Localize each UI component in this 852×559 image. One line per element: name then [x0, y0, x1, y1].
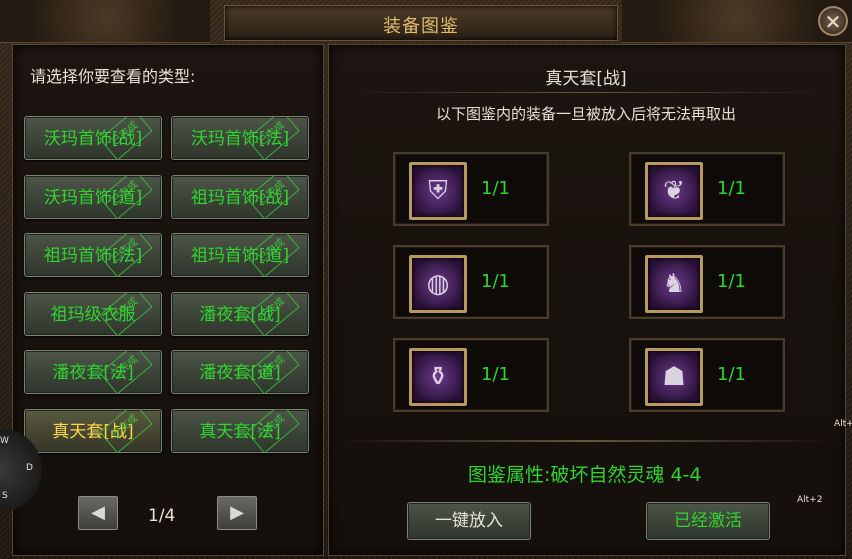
deposit-notice: 以下图鉴内的装备一旦被放入后将无法再取出 [435, 105, 736, 123]
attribute-divider [340, 440, 832, 442]
header-divider [340, 92, 832, 93]
type-prompt: 请选择你要查看的类型: [30, 67, 196, 86]
hint-alt2: Alt+2 [797, 495, 823, 505]
equipment-slot[interactable]: ☗ 1/1 [629, 338, 785, 412]
type-button[interactable]: 祖玛首饰[战] 已完成 [171, 175, 309, 219]
item-glyph: ⚱ [427, 362, 449, 392]
item-glyph: ⛨ [428, 176, 448, 206]
type-button[interactable]: 沃玛首饰[道] 已完成 [24, 175, 162, 219]
deposit-all-button[interactable]: 一键放入 [407, 502, 531, 540]
set-attribute: 图鉴属性:破坏自然灵魂 4-4 [468, 464, 702, 486]
activated-button[interactable]: 已经激活 [646, 502, 770, 540]
item-count: 1/1 [481, 271, 510, 292]
item-count: 1/1 [481, 178, 510, 199]
page-indicator: 1/4 [148, 506, 176, 526]
arrow-left-icon: ◀ [91, 502, 105, 523]
type-button[interactable]: 祖玛首饰[法] 已完成 [24, 233, 162, 277]
equipment-slot[interactable]: ❦ 1/1 [629, 152, 785, 226]
prev-page-button[interactable]: ◀ [78, 496, 118, 530]
equipment-slot[interactable]: ♞ 1/1 [629, 245, 785, 319]
type-button-label: 真天套[战] [52, 422, 134, 442]
type-button-label: 潘夜套[法] [52, 363, 134, 383]
item-glyph: ☗ [662, 362, 686, 392]
item-glyph: ♞ [662, 269, 686, 299]
type-button-label: 祖玛首饰[法] [43, 246, 143, 266]
item-count: 1/1 [717, 364, 746, 385]
ring-icon[interactable]: ◍ [409, 255, 467, 313]
armor-icon[interactable]: ⛨ [409, 162, 467, 220]
window-title: 装备图鉴 [383, 16, 459, 37]
type-button[interactable]: 真天套[法] 已完成 [171, 409, 309, 453]
type-button-label: 沃玛首饰[法] [190, 129, 290, 149]
type-button-label: 祖玛首饰[道] [190, 246, 290, 266]
type-button-label: 祖玛级衣服 [50, 305, 136, 325]
type-button-label: 真天套[法] [199, 422, 281, 442]
equipment-slot[interactable]: ⛨ 1/1 [393, 152, 549, 226]
hint-alt1: Alt+ [834, 419, 852, 429]
item-count: 1/1 [481, 364, 510, 385]
hint-s: S [2, 491, 8, 501]
type-button-label: 沃玛首饰[战] [43, 129, 143, 149]
set-name: 真天套[战] [545, 69, 627, 89]
type-button[interactable]: 真天套[战] 已完成 [24, 409, 162, 453]
type-button[interactable]: 祖玛首饰[道] 已完成 [171, 233, 309, 277]
close-button[interactable]: ✕ [818, 6, 848, 36]
equipment-slot[interactable]: ◍ 1/1 [393, 245, 549, 319]
corner-ornament-left [0, 0, 210, 43]
bracelet-icon[interactable]: ⚱ [409, 348, 467, 406]
type-button[interactable]: 沃玛首饰[战] 已完成 [24, 116, 162, 160]
type-button[interactable]: 潘夜套[法] 已完成 [24, 350, 162, 394]
type-button-label: 潘夜套[战] [199, 305, 281, 325]
arrow-right-icon: ▶ [230, 502, 244, 523]
figure-icon[interactable]: ♞ [645, 255, 703, 313]
gem-icon[interactable]: ❦ [645, 162, 703, 220]
item-count: 1/1 [717, 178, 746, 199]
equipment-slot[interactable]: ⚱ 1/1 [393, 338, 549, 412]
item-glyph: ❦ [663, 176, 685, 206]
item-glyph: ◍ [426, 269, 450, 299]
type-button-label: 祖玛首饰[战] [190, 188, 290, 208]
type-button-label: 潘夜套[道] [199, 363, 281, 383]
boots-icon[interactable]: ☗ [645, 348, 703, 406]
title-bar: 装备图鉴 [224, 5, 618, 41]
item-count: 1/1 [717, 271, 746, 292]
type-button-label: 沃玛首饰[道] [43, 188, 143, 208]
type-button[interactable]: 祖玛级衣服 已完成 [24, 292, 162, 336]
hint-d: D [26, 463, 33, 473]
type-button[interactable]: 潘夜套[战] 已完成 [171, 292, 309, 336]
type-button[interactable]: 潘夜套[道] 已完成 [171, 350, 309, 394]
type-button[interactable]: 沃玛首饰[法] 已完成 [171, 116, 309, 160]
hint-w: W [0, 436, 9, 446]
next-page-button[interactable]: ▶ [217, 496, 257, 530]
